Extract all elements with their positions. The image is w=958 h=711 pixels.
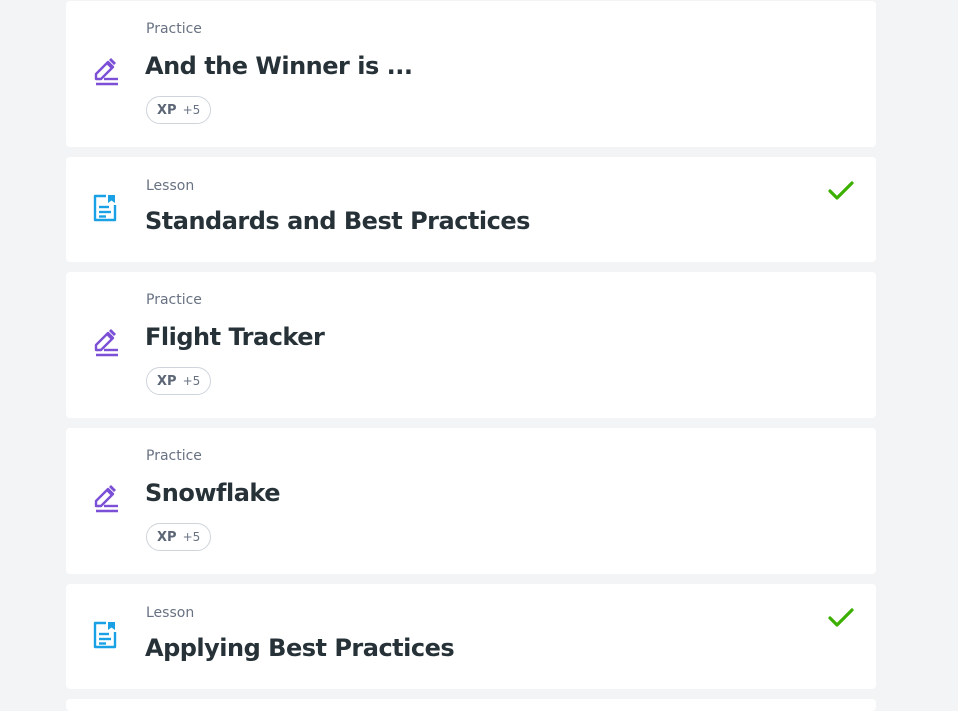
item-kind-label: Lesson (146, 605, 195, 621)
item-kind-label: Practice (146, 21, 202, 37)
xp-badge: XP +5 (146, 523, 212, 551)
checkmark-icon (828, 181, 854, 201)
xp-badge: XP +5 (146, 96, 212, 124)
item-title[interactable]: Standards and Best Practices (145, 207, 530, 235)
pencil-icon (90, 57, 120, 87)
item-kind-label: Lesson (146, 178, 195, 194)
list-item-partial[interactable] (66, 699, 876, 711)
item-kind-label: Practice (146, 448, 202, 464)
item-kind-label: Practice (146, 292, 202, 308)
pencil-icon (90, 328, 120, 358)
checkmark-icon (828, 608, 854, 628)
xp-value: +5 (182, 530, 201, 544)
item-title[interactable]: Flight Tracker (145, 323, 325, 351)
item-title[interactable]: Applying Best Practices (145, 634, 455, 662)
document-icon (90, 620, 120, 650)
xp-value: +5 (182, 374, 201, 388)
item-title[interactable]: And the Winner is ... (145, 52, 413, 80)
list-item[interactable]: Practice And the Winner is ... XP +5 (66, 1, 876, 147)
list-item[interactable]: Practice Snowflake XP +5 (66, 428, 876, 574)
document-icon (90, 193, 120, 223)
list-item[interactable]: Lesson Standards and Best Practices (66, 157, 876, 262)
pencil-icon (90, 484, 120, 514)
xp-label: XP (157, 529, 177, 545)
xp-label: XP (157, 102, 177, 118)
xp-label: XP (157, 373, 177, 389)
xp-badge: XP +5 (146, 367, 212, 395)
lesson-list: Practice And the Winner is ... XP +5 Les… (66, 1, 876, 711)
list-item[interactable]: Lesson Applying Best Practices (66, 584, 876, 689)
item-title[interactable]: Snowflake (145, 479, 281, 507)
xp-value: +5 (182, 103, 201, 117)
list-item[interactable]: Practice Flight Tracker XP +5 (66, 272, 876, 418)
